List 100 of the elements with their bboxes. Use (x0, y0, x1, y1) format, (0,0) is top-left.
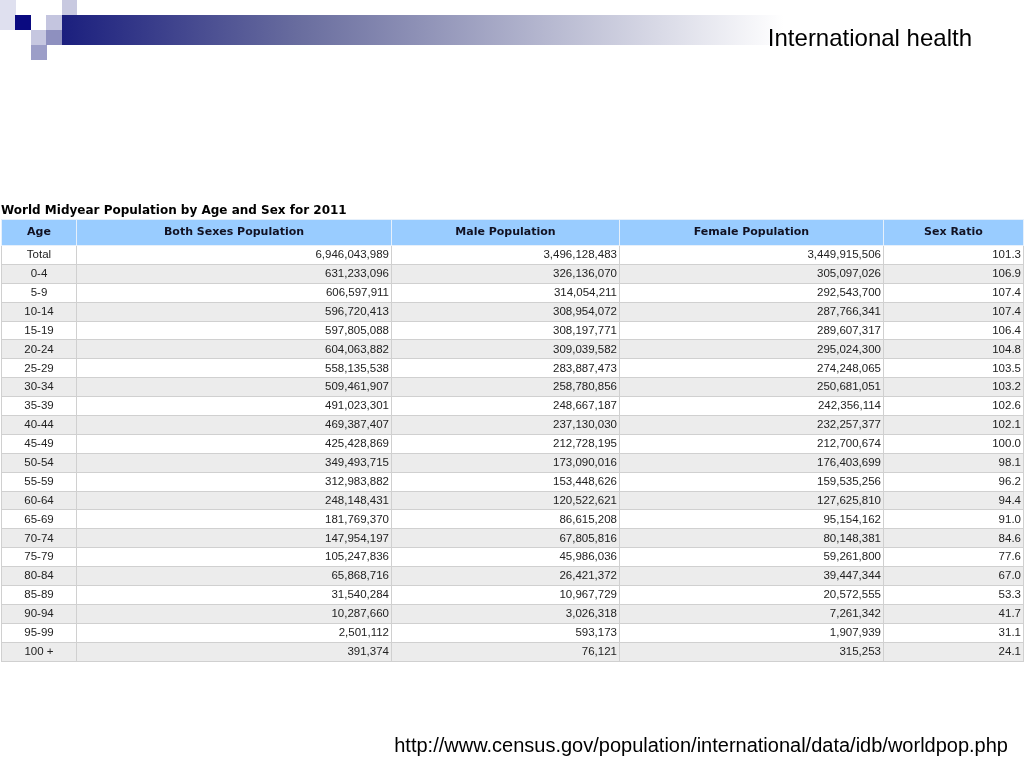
table-cell: 100 + (1, 642, 77, 662)
table-cell: 308,954,072 (391, 302, 620, 322)
column-header: Female Population (619, 219, 884, 246)
table-cell: 101.3 (883, 245, 1024, 265)
table-cell: 10,967,729 (391, 585, 620, 605)
column-header: Sex Ratio (883, 219, 1024, 246)
table-cell: 491,023,301 (76, 396, 392, 416)
table-cell: 105,247,836 (76, 547, 392, 567)
table-cell: 65-69 (1, 509, 77, 529)
table-cell: 212,700,674 (619, 434, 884, 454)
table-cell: 127,625,810 (619, 491, 884, 510)
table-cell: 102.1 (883, 415, 1024, 435)
table-cell: 593,173 (391, 623, 620, 643)
table-cell: 75-79 (1, 547, 77, 567)
table-cell: 287,766,341 (619, 302, 884, 322)
table-cell: 91.0 (883, 509, 1024, 529)
table-cell: Total (1, 245, 77, 265)
table-cell: 509,461,907 (76, 377, 392, 397)
table-cell: 15-19 (1, 321, 77, 340)
table-cell: 6,946,043,989 (76, 245, 392, 265)
table-cell: 100.0 (883, 434, 1024, 454)
table-cell: 85-89 (1, 585, 77, 605)
column-header: Both Sexes Population (76, 219, 392, 246)
table-cell: 102.6 (883, 396, 1024, 416)
table-cell: 153,448,626 (391, 472, 620, 492)
table-cell: 39,447,344 (619, 566, 884, 586)
table-cell: 5-9 (1, 283, 77, 303)
table-cell: 274,248,065 (619, 358, 884, 378)
table-cell: 77.6 (883, 547, 1024, 567)
table-cell: 326,136,070 (391, 264, 620, 284)
table-cell: 45-49 (1, 434, 77, 454)
table-cell: 558,135,538 (76, 358, 392, 378)
table-cell: 10-14 (1, 302, 77, 322)
table-cell: 60-64 (1, 491, 77, 510)
table-cell: 30-34 (1, 377, 77, 397)
table-cell: 181,769,370 (76, 509, 392, 529)
table-cell: 53.3 (883, 585, 1024, 605)
table-cell: 0-4 (1, 264, 77, 284)
table-cell: 94.4 (883, 491, 1024, 510)
table-cell: 10,287,660 (76, 604, 392, 624)
table-caption: World Midyear Population by Age and Sex for 2011 (1, 201, 347, 219)
column-header: Age (1, 219, 77, 246)
table-cell: 242,356,114 (619, 396, 884, 416)
table-cell: 176,403,699 (619, 453, 884, 473)
table-cell: 3,496,128,483 (391, 245, 620, 265)
table-cell: 391,374 (76, 642, 392, 662)
slide-title: International health (767, 24, 972, 51)
table-cell: 96.2 (883, 472, 1024, 492)
table-cell: 289,607,317 (619, 321, 884, 340)
table-cell: 31.1 (883, 623, 1024, 643)
table-cell: 250,681,051 (619, 377, 884, 397)
source-url: http://www.census.gov/population/international/data/idb/worldpop.php (394, 734, 1008, 756)
table-cell: 80-84 (1, 566, 77, 586)
table-cell: 1,907,939 (619, 623, 884, 643)
table-cell: 55-59 (1, 472, 77, 492)
column-header: Male Population (391, 219, 620, 246)
table-cell: 98.1 (883, 453, 1024, 473)
table-cell: 41.7 (883, 604, 1024, 624)
table-cell: 80,148,381 (619, 528, 884, 548)
table-cell: 173,090,016 (391, 453, 620, 473)
table-cell: 86,615,208 (391, 509, 620, 529)
table-cell: 31,540,284 (76, 585, 392, 605)
table-cell: 232,257,377 (619, 415, 884, 435)
table-cell: 107.4 (883, 283, 1024, 303)
table-cell: 20,572,555 (619, 585, 884, 605)
table-cell: 292,543,700 (619, 283, 884, 303)
table-cell: 469,387,407 (76, 415, 392, 435)
table-cell: 631,233,096 (76, 264, 392, 284)
table-cell: 20-24 (1, 339, 77, 359)
table-cell: 104.8 (883, 339, 1024, 359)
table-cell: 7,261,342 (619, 604, 884, 624)
table-cell: 95-99 (1, 623, 77, 643)
table-cell: 40-44 (1, 415, 77, 435)
table-cell: 597,805,088 (76, 321, 392, 340)
table-cell: 312,983,882 (76, 472, 392, 492)
table-cell: 76,121 (391, 642, 620, 662)
table-cell: 65,868,716 (76, 566, 392, 586)
table-cell: 248,148,431 (76, 491, 392, 510)
table-cell: 103.5 (883, 358, 1024, 378)
table-cell: 107.4 (883, 302, 1024, 322)
table-cell: 258,780,856 (391, 377, 620, 397)
table-cell: 25-29 (1, 358, 77, 378)
table-cell: 84.6 (883, 528, 1024, 548)
table-cell: 3,026,318 (391, 604, 620, 624)
table-cell: 314,054,211 (391, 283, 620, 303)
table-cell: 67.0 (883, 566, 1024, 586)
table-cell: 3,449,915,506 (619, 245, 884, 265)
table-cell: 90-94 (1, 604, 77, 624)
table-cell: 283,887,473 (391, 358, 620, 378)
table-cell: 45,986,036 (391, 547, 620, 567)
table-cell: 425,428,869 (76, 434, 392, 454)
table-cell: 248,667,187 (391, 396, 620, 416)
table-cell: 147,954,197 (76, 528, 392, 548)
table-cell: 95,154,162 (619, 509, 884, 529)
table-cell: 295,024,300 (619, 339, 884, 359)
table-cell: 305,097,026 (619, 264, 884, 284)
table-cell: 604,063,882 (76, 339, 392, 359)
table-cell: 212,728,195 (391, 434, 620, 454)
table-cell: 67,805,816 (391, 528, 620, 548)
table-cell: 26,421,372 (391, 566, 620, 586)
